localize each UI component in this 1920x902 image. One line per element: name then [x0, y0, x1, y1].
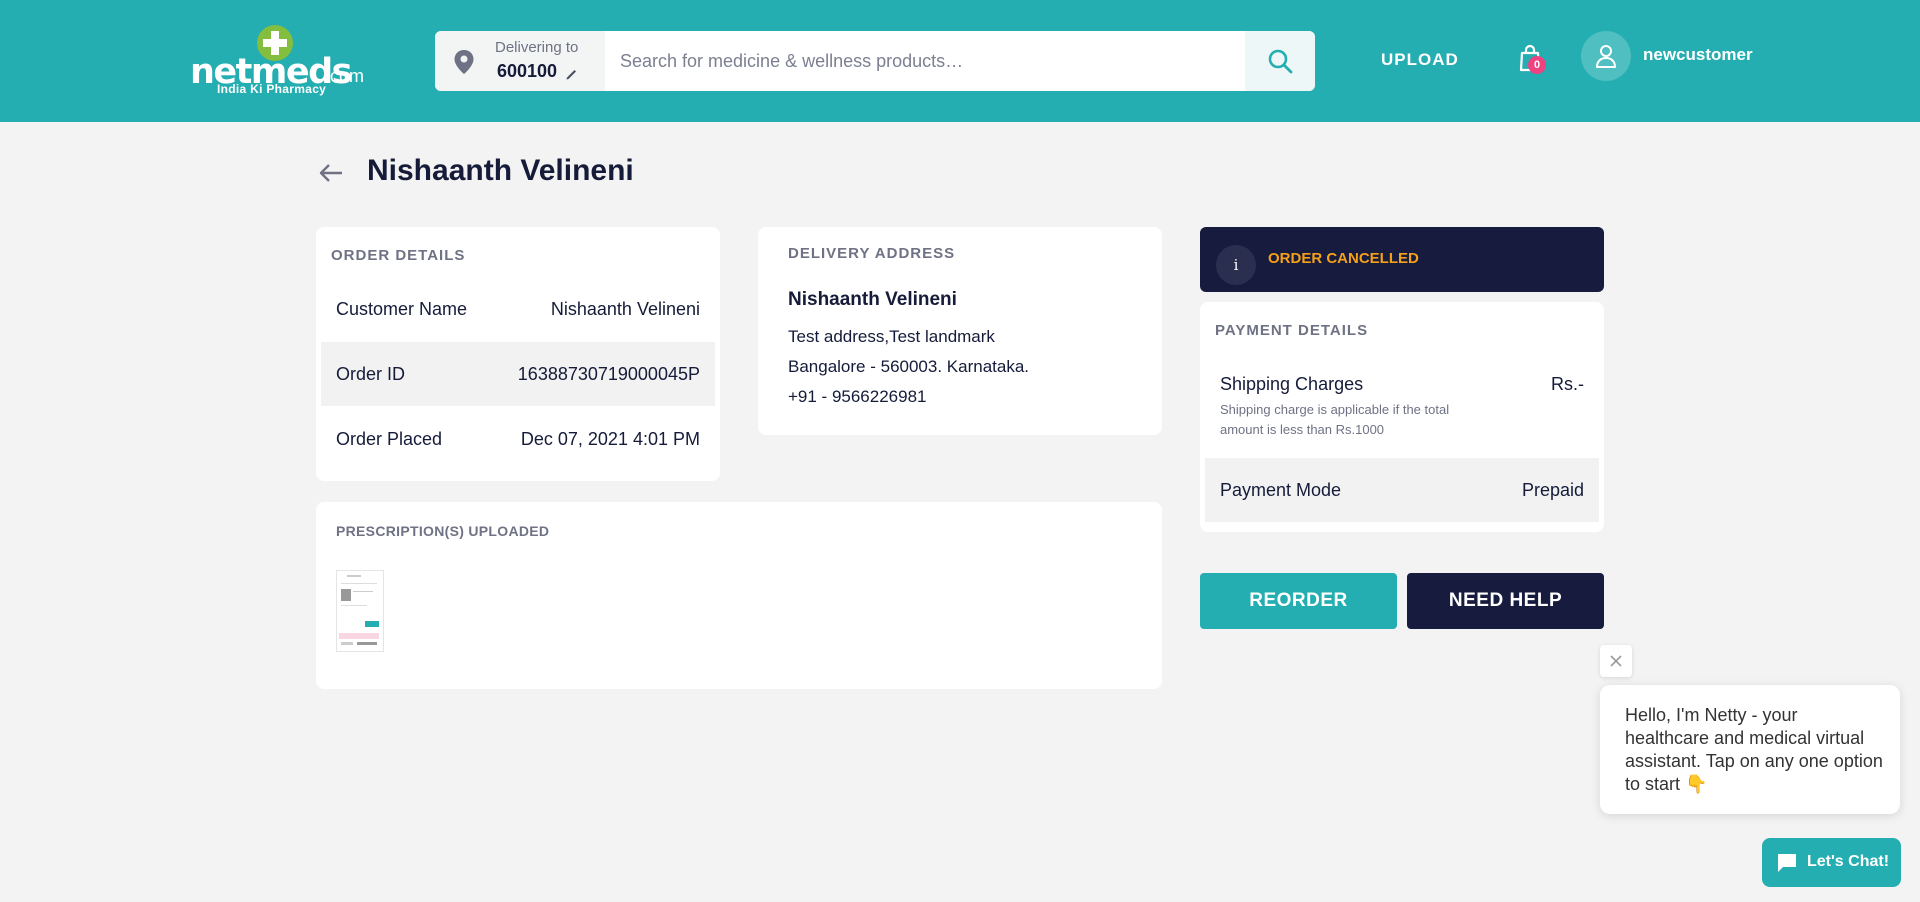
- customer-name-value: Nishaanth Velineni: [550, 299, 700, 319]
- payment-mode-label: Payment Mode: [1220, 480, 1342, 500]
- order-status-text: ORDER CANCELLED: [1268, 250, 1419, 267]
- logo-suffix: .com: [325, 66, 365, 86]
- cart-count-badge: 0: [1528, 56, 1546, 74]
- prescription-preview-image: [339, 575, 379, 645]
- order-id-label: Order ID: [336, 364, 406, 384]
- chat-greeting-text: Hello, I'm Netty - your healthcare and m…: [1625, 705, 1883, 794]
- payment-mode-row: Payment Mode Prepaid: [1205, 458, 1599, 522]
- order-id-value: 16388730719000045P: [517, 364, 700, 384]
- chat-icon: [1778, 854, 1796, 872]
- prescriptions-title: PRESCRIPTION(S) UPLOADED: [336, 523, 550, 539]
- order-placed-value: Dec 07, 2021 4:01 PM: [520, 429, 700, 449]
- back-arrow-icon[interactable]: [318, 160, 344, 186]
- reorder-button[interactable]: REORDER: [1200, 573, 1397, 629]
- page-title: Nishaanth Velineni: [367, 154, 634, 187]
- order-details-title: ORDER DETAILS: [331, 247, 466, 264]
- chat-greeting-bubble[interactable]: Hello, I'm Netty - your healthcare and m…: [1600, 685, 1900, 814]
- shipping-charges-label: Shipping Charges: [1220, 374, 1364, 394]
- shipping-charges-note: Shipping charge is applicable if the tot…: [1220, 402, 1450, 437]
- info-icon: i: [1216, 245, 1256, 285]
- delivery-pincode-selector[interactable]: Delivering to 600100: [435, 31, 605, 91]
- lets-chat-button[interactable]: Let's Chat!: [1762, 838, 1901, 887]
- avatar[interactable]: [1581, 31, 1631, 81]
- address-line-1: Test address,Test landmark: [788, 327, 995, 346]
- close-icon: [1610, 655, 1622, 667]
- user-icon: [1596, 45, 1616, 68]
- search-bar: Delivering to 600100: [435, 31, 1315, 91]
- delivering-to-label: Delivering to: [495, 39, 579, 56]
- pencil-icon[interactable]: [565, 67, 579, 81]
- payment-details-title: PAYMENT DETAILS: [1215, 322, 1369, 339]
- order-placed-label: Order Placed: [336, 429, 443, 449]
- order-detail-row: Order Placed Dec 07, 2021 4:01 PM: [321, 407, 715, 471]
- delivery-address-card: DELIVERY ADDRESS Nishaanth Velineni Test…: [758, 227, 1162, 435]
- address-name: Nishaanth Velineni: [788, 289, 957, 310]
- netmeds-logo[interactable]: netmeds .com India Ki Pharmacy: [190, 24, 370, 98]
- need-help-button[interactable]: NEED HELP: [1407, 573, 1604, 629]
- order-status-banner: i ORDER CANCELLED: [1200, 227, 1604, 292]
- payment-mode-value: Prepaid: [1521, 480, 1584, 500]
- order-detail-row: Order ID 16388730719000045P: [321, 342, 715, 406]
- shipping-charges-value: Rs.-: [1551, 374, 1584, 394]
- chat-close-button[interactable]: [1600, 645, 1632, 677]
- search-input[interactable]: [620, 31, 1180, 91]
- account-username[interactable]: newcustomer: [1643, 45, 1753, 65]
- search-button[interactable]: [1245, 31, 1315, 91]
- payment-details-card: PAYMENT DETAILS Shipping Charges Shippin…: [1200, 302, 1604, 532]
- prescriptions-card: PRESCRIPTION(S) UPLOADED: [316, 502, 1162, 689]
- search-icon: [1268, 49, 1293, 74]
- address-line-2: Bangalore - 560003. Karnataka.: [788, 357, 1030, 376]
- order-detail-row: Customer Name Nishaanth Velineni: [321, 277, 715, 341]
- pincode-value: 600100: [497, 61, 558, 81]
- logo-tagline: India Ki Pharmacy: [217, 82, 327, 96]
- lets-chat-label: Let's Chat!: [1807, 853, 1890, 870]
- upload-link[interactable]: UPLOAD: [1381, 50, 1459, 70]
- prescription-thumbnail[interactable]: [336, 570, 384, 652]
- cart-button[interactable]: 0: [1518, 44, 1548, 76]
- top-header: netmeds .com India Ki Pharmacy Deliverin…: [0, 0, 1920, 122]
- location-pin-icon: [454, 50, 474, 74]
- delivery-address-title: DELIVERY ADDRESS: [788, 245, 956, 262]
- customer-name-label: Customer Name: [336, 299, 468, 319]
- address-phone: +91 - 9566226981: [788, 387, 927, 406]
- shipping-charges-row: Shipping Charges Shipping charge is appl…: [1205, 362, 1599, 458]
- order-details-card: ORDER DETAILS Customer Name Nishaanth Ve…: [316, 227, 720, 481]
